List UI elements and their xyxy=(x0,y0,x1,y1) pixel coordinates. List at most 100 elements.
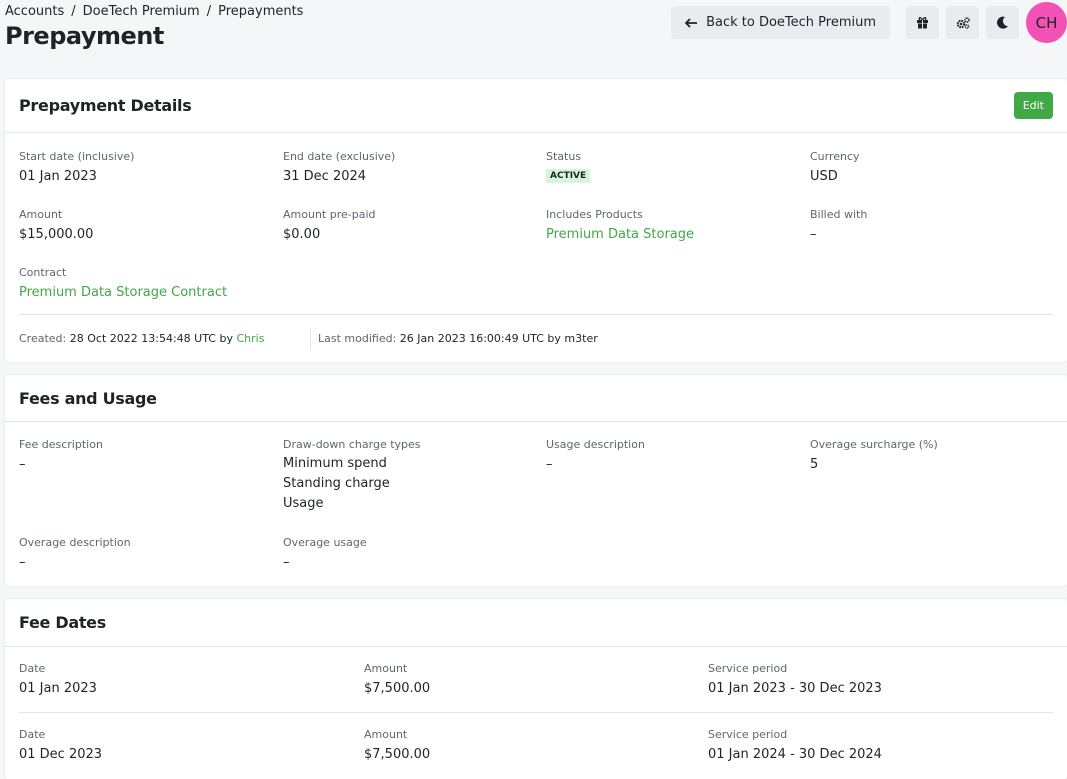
gift-button[interactable] xyxy=(906,6,939,39)
end-date-field: End date (exclusive) 31 Dec 2024 xyxy=(283,150,395,184)
status-badge: ACTIVE xyxy=(546,169,591,183)
card-title: Fee Dates xyxy=(19,613,106,632)
field-value: 01 Jan 2024 - 30 Dec 2024 xyxy=(708,747,882,762)
fee-amount-field: Amount $7,500.00 xyxy=(364,728,430,762)
card-header: Fees and Usage xyxy=(5,375,1067,422)
field-value: 31 Dec 2024 xyxy=(283,169,367,184)
breadcrumb-separator: / xyxy=(71,4,76,19)
breadcrumb-separator: / xyxy=(206,4,212,19)
created-by-link[interactable]: Chris xyxy=(236,332,264,345)
header-actions: Back to DoeTech Premium CH xyxy=(671,2,1067,43)
divider xyxy=(19,712,1053,713)
field-value: 5 xyxy=(810,457,819,472)
page-header: Accounts / DoeTech Premium / Prepayments… xyxy=(0,0,1067,70)
page-title: Prepayment xyxy=(5,22,164,50)
field-label: Currency xyxy=(810,150,860,163)
field-label: Overage surcharge (%) xyxy=(810,438,938,451)
fee-date-field: Date 01 Dec 2023 xyxy=(19,728,102,762)
field-label: Date xyxy=(19,662,46,675)
field-value: – xyxy=(546,457,553,472)
field-value: 01 Jan 2023 - 30 Dec 2023 xyxy=(708,681,882,696)
field-value: USD xyxy=(810,169,838,184)
back-button-label: Back to DoeTech Premium xyxy=(706,15,876,30)
field-value: $15,000.00 xyxy=(19,227,94,242)
breadcrumb-prepayments[interactable]: Prepayments xyxy=(218,4,303,19)
includes-products-field: Includes Products Premium Data Storage xyxy=(546,208,694,242)
contract-link[interactable]: Premium Data Storage Contract xyxy=(19,285,227,300)
fee-date-field: Date 01 Jan 2023 xyxy=(19,662,97,696)
amount-prepaid-field: Amount pre-paid $0.00 xyxy=(283,208,376,242)
created-value: 28 Oct 2022 13:54:48 UTC xyxy=(69,332,216,345)
settings-button[interactable] xyxy=(946,6,979,39)
edit-button[interactable]: Edit xyxy=(1013,92,1053,119)
product-link[interactable]: Premium Data Storage xyxy=(546,227,694,242)
usage-description-field: Usage description – xyxy=(546,438,645,472)
charge-type-item: Usage xyxy=(283,496,324,511)
card-title: Prepayment Details xyxy=(19,96,192,115)
created-label: Created: xyxy=(19,332,67,345)
moon-icon xyxy=(996,16,1008,29)
field-label: Includes Products xyxy=(546,208,643,221)
start-date-field: Start date (inclusive) 01 Jan 2023 xyxy=(19,150,134,184)
field-value: 01 Jan 2023 xyxy=(19,681,97,696)
fee-amount-field: Amount $7,500.00 xyxy=(364,662,430,696)
field-value: 01 Dec 2023 xyxy=(19,747,103,762)
overage-description-field: Overage description – xyxy=(19,536,131,570)
field-value: $7,500.00 xyxy=(364,747,431,762)
charge-type-item: Standing charge xyxy=(283,476,390,491)
field-value: 01 Jan 2023 xyxy=(19,169,97,184)
modified-label: Last modified: xyxy=(318,332,397,345)
billed-with-field: Billed with – xyxy=(810,208,867,242)
field-label: Fee description xyxy=(19,438,103,451)
prepayment-details-card: Prepayment Details Edit Start date (incl… xyxy=(5,79,1067,362)
charge-types-list: Minimum spend Standing charge Usage xyxy=(283,454,421,514)
currency-field: Currency USD xyxy=(810,150,860,184)
service-period-field: Service period 01 Jan 2024 - 30 Dec 2024 xyxy=(708,728,882,762)
drawdown-charge-types-field: Draw-down charge types Minimum spend Sta… xyxy=(283,438,421,514)
breadcrumb-account[interactable]: DoeTech Premium xyxy=(83,4,200,19)
fee-description-field: Fee description – xyxy=(19,438,103,472)
divider xyxy=(19,314,1053,315)
card-header: Fee Dates xyxy=(5,599,1067,647)
field-label: Amount xyxy=(364,662,408,675)
field-label: Billed with xyxy=(810,208,868,221)
field-value: $0.00 xyxy=(283,227,321,242)
fees-usage-card: Fees and Usage Fee description – Draw-do… xyxy=(5,375,1067,586)
field-label: Service period xyxy=(708,662,788,675)
status-field: Status ACTIVE xyxy=(546,150,591,183)
modified-info: Last modified: 26 Jan 2023 16:00:49 UTC … xyxy=(318,332,598,345)
breadcrumb-accounts[interactable]: Accounts xyxy=(5,4,64,19)
field-label: End date (exclusive) xyxy=(283,150,396,163)
meta-separator xyxy=(310,328,311,350)
fee-dates-card: Fee Dates Date 01 Jan 2023 Amount $7,500… xyxy=(5,599,1067,779)
overage-surcharge-field: Overage surcharge (%) 5 xyxy=(810,438,938,472)
field-label: Draw-down charge types xyxy=(283,438,421,451)
field-label: Overage usage xyxy=(283,536,367,549)
field-value: – xyxy=(283,555,290,570)
contract-field: Contract Premium Data Storage Contract xyxy=(19,266,227,300)
gears-icon xyxy=(956,16,970,29)
back-button[interactable]: Back to DoeTech Premium xyxy=(671,6,890,39)
field-label: Usage description xyxy=(546,438,645,451)
field-label: Date xyxy=(19,728,46,741)
field-label: Service period xyxy=(708,728,788,741)
field-value: – xyxy=(810,227,817,242)
field-label: Status xyxy=(546,150,582,163)
field-label: Start date (inclusive) xyxy=(19,150,135,163)
overage-usage-field: Overage usage – xyxy=(283,536,367,570)
amount-field: Amount $15,000.00 xyxy=(19,208,93,242)
field-label: Contract xyxy=(19,266,67,279)
card-header: Prepayment Details Edit xyxy=(5,79,1067,133)
breadcrumb: Accounts / DoeTech Premium / Prepayments xyxy=(5,4,303,19)
charge-type-item: Minimum spend xyxy=(283,456,387,471)
field-label: Overage description xyxy=(19,536,131,549)
card-title: Fees and Usage xyxy=(19,388,157,408)
arrow-left-icon xyxy=(685,17,698,28)
field-value: – xyxy=(19,457,26,472)
service-period-field: Service period 01 Jan 2023 - 30 Dec 2023 xyxy=(708,662,882,696)
field-label: Amount xyxy=(364,728,408,741)
avatar[interactable]: CH xyxy=(1026,2,1067,43)
created-by-word: by xyxy=(219,332,233,345)
theme-toggle-button[interactable] xyxy=(986,6,1019,39)
created-info: Created: 28 Oct 2022 13:54:48 UTC by Chr… xyxy=(19,332,264,345)
